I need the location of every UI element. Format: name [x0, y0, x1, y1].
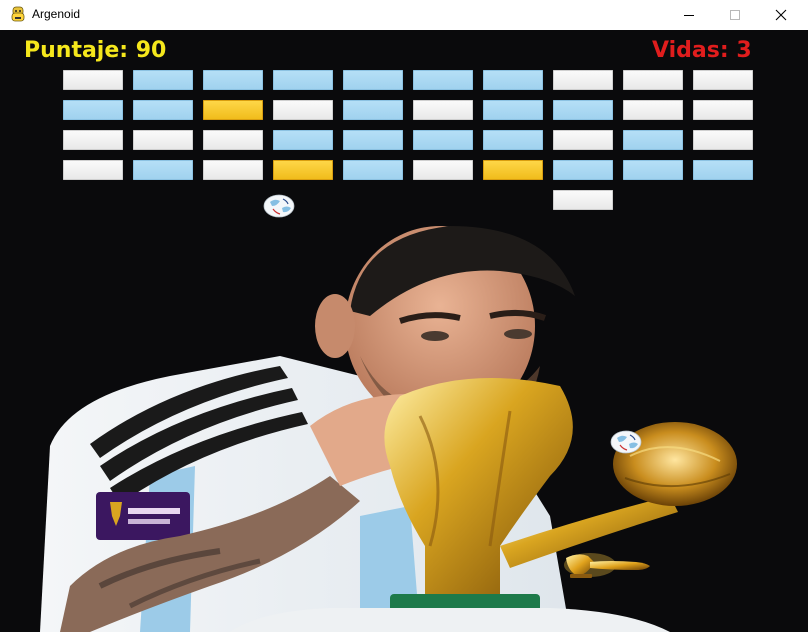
brick-white	[133, 130, 193, 150]
brick-celeste	[343, 100, 403, 120]
brick-celeste	[623, 160, 683, 180]
score-label: Puntaje: 90	[24, 38, 167, 63]
brick-celeste	[343, 70, 403, 90]
ball-icon	[610, 430, 642, 454]
brick-gold	[273, 160, 333, 180]
brick-celeste	[483, 70, 543, 90]
lives-label: Vidas: 3	[652, 38, 752, 63]
brick-white	[63, 160, 123, 180]
brick-white	[623, 100, 683, 120]
brick-celeste	[273, 130, 333, 150]
brick-celeste	[273, 70, 333, 90]
brick-celeste	[693, 160, 753, 180]
brick-celeste	[203, 70, 263, 90]
brick-celeste	[343, 160, 403, 180]
brick-white	[693, 100, 753, 120]
brick-celeste	[63, 100, 123, 120]
brick-white	[203, 160, 263, 180]
brick-celeste	[553, 160, 613, 180]
close-icon	[775, 9, 787, 21]
brick-celeste	[133, 70, 193, 90]
brick-celeste	[623, 130, 683, 150]
minimize-icon	[684, 15, 694, 16]
brick-white	[273, 100, 333, 120]
title-bar: Argenoid	[0, 0, 808, 30]
close-button[interactable]	[758, 0, 804, 30]
brick-white	[203, 130, 263, 150]
brick-white	[553, 190, 613, 210]
brick-celeste	[413, 70, 473, 90]
game-window: Argenoid Puntaje: 90 Vidas: 3	[0, 0, 808, 632]
minimize-button[interactable]	[666, 0, 712, 30]
brick-gold	[203, 100, 263, 120]
brick-white	[693, 130, 753, 150]
brick-celeste	[343, 130, 403, 150]
window-title: Argenoid	[32, 7, 81, 21]
brick-white	[553, 70, 613, 90]
brick-celeste	[483, 100, 543, 120]
brick-white	[63, 130, 123, 150]
python-app-icon	[11, 6, 25, 22]
maximize-button[interactable]	[712, 0, 758, 30]
brick-white	[413, 100, 473, 120]
brick-celeste	[133, 160, 193, 180]
ball-icon	[263, 194, 295, 218]
brick-white	[623, 70, 683, 90]
brick-celeste	[483, 130, 543, 150]
game-canvas[interactable]: Puntaje: 90 Vidas: 3	[0, 30, 808, 632]
brick-celeste	[133, 100, 193, 120]
trophy-paddle-icon[interactable]	[560, 548, 654, 582]
brick-white	[553, 130, 613, 150]
brick-celeste	[413, 130, 473, 150]
brick-white	[63, 70, 123, 90]
brick-celeste	[553, 100, 613, 120]
brick-white	[693, 70, 753, 90]
brick-white	[413, 160, 473, 180]
player-kissing-trophy-image	[40, 226, 737, 632]
brick-gold	[483, 160, 543, 180]
maximize-icon	[730, 10, 740, 20]
